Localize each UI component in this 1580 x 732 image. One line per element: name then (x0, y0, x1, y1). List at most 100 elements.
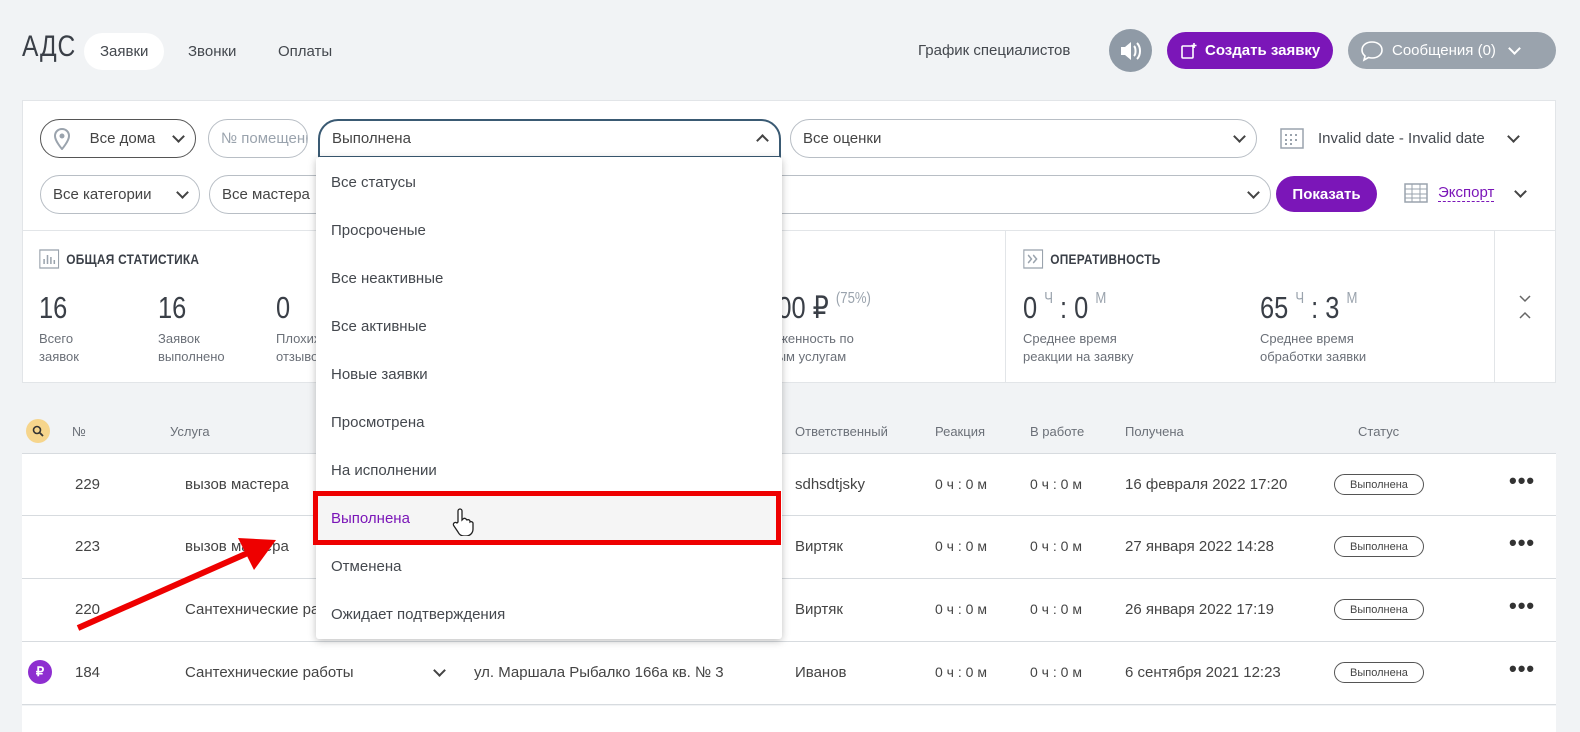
ruble-payment-icon: ₽ (28, 660, 52, 684)
row-in-work: 0 ч : 0 м (1030, 476, 1082, 492)
col-header-num[interactable]: № (72, 424, 86, 439)
status-option-cancelled[interactable]: Отменена (331, 558, 401, 575)
chevron-down-icon (1514, 184, 1528, 198)
status-badge: Выполнена (1334, 599, 1424, 620)
row-received: 6 сентября 2021 12:23 (1125, 664, 1281, 681)
date-range-value: Invalid date - Invalid date (1318, 129, 1485, 147)
status-option-awaiting[interactable]: Ожидает подтверждения (331, 606, 505, 623)
row-address: ул. Маршала Рыбалко 166а кв. № 3 (474, 664, 724, 681)
row-responsible: sdhsdtjsky (795, 476, 866, 493)
row-responsible: Виртяк (795, 601, 843, 618)
table-icon (1404, 183, 1428, 203)
sound-button[interactable] (1109, 29, 1152, 72)
table-row[interactable]: ₽ 184 Сантехнические работы ул. Маршала … (22, 642, 1556, 705)
search-toggle-button[interactable] (26, 419, 50, 443)
chevron-down-icon (176, 186, 189, 199)
col-header-status[interactable]: Статус (1358, 424, 1399, 439)
chevron-down-icon (172, 130, 185, 143)
status-option-overdue[interactable]: Просроченые (331, 222, 426, 239)
col-header-received[interactable]: Получена (1125, 424, 1184, 439)
row-reaction: 0 ч : 0 м (935, 601, 987, 617)
export-button[interactable]: Экспорт (1404, 183, 1528, 203)
row-reaction: 0 ч : 0 м (935, 538, 987, 554)
row-reaction: 0 ч : 0 м (935, 476, 987, 492)
status-option-active[interactable]: Все активные (331, 318, 427, 335)
row-in-work: 0 ч : 0 м (1030, 538, 1082, 554)
fast-forward-icon (1023, 249, 1044, 269)
tab-payments[interactable]: Оплаты (262, 33, 348, 70)
processing-time-value: 65 Ч : 3 М (1260, 290, 1358, 325)
bar-chart-icon (39, 249, 60, 269)
collapse-icon (1519, 295, 1531, 319)
chevron-down-icon (1233, 130, 1246, 143)
row-service: вызов мастера (185, 476, 289, 493)
status-badge: Выполнена (1334, 536, 1424, 557)
messages-label: Сообщения (0) (1392, 42, 1496, 59)
total-requests-label: Всего заявок (39, 331, 79, 364)
more-options-icon[interactable]: ••• (1509, 656, 1535, 682)
date-range-picker[interactable]: Invalid date - Invalid date (1280, 127, 1520, 149)
col-header-in-work[interactable]: В работе (1030, 424, 1084, 439)
create-request-button[interactable]: Создать заявку (1167, 32, 1333, 69)
houses-select[interactable]: Все дома (40, 119, 196, 158)
row-responsible: Иванов (795, 664, 847, 681)
row-responsible: Виртяк (795, 538, 843, 555)
status-option-inactive[interactable]: Все неактивные (331, 270, 443, 287)
col-header-reaction[interactable]: Реакция (935, 424, 985, 439)
done-requests-value: 16 (158, 290, 187, 325)
chevron-up-icon (756, 134, 769, 147)
operativeness-title: ОПЕРАТИВНОСТЬ (1023, 249, 1161, 269)
status-select[interactable]: Выполнена (318, 119, 781, 158)
show-button[interactable]: Показать (1276, 176, 1377, 212)
tab-calls[interactable]: Звонки (172, 33, 252, 70)
schedule-link[interactable]: График специалистов (918, 42, 1070, 59)
row-num: 184 (75, 664, 101, 681)
status-option-new[interactable]: Новые заявки (331, 366, 428, 383)
reaction-time-label: Среднее время реакции на заявку (1023, 331, 1134, 364)
tab-requests[interactable]: Заявки (84, 33, 165, 70)
chevron-down-icon (1247, 186, 1260, 199)
row-in-work: 0 ч : 0 м (1030, 601, 1082, 617)
chevron-down-icon (1508, 42, 1521, 55)
export-label: Экспорт (1438, 184, 1495, 202)
more-options-icon[interactable]: ••• (1509, 530, 1535, 556)
bad-reviews-value: 0 (276, 290, 291, 325)
chevron-down-icon (1506, 129, 1520, 143)
calendar-icon (1280, 128, 1304, 149)
row-in-work: 0 ч : 0 м (1030, 664, 1082, 680)
hand-cursor-icon (452, 508, 474, 536)
status-select-value: Выполнена (332, 130, 411, 147)
row-received: 26 января 2022 17:19 (1125, 601, 1274, 618)
collapse-stats-button[interactable] (1518, 294, 1532, 325)
more-options-icon[interactable]: ••• (1509, 468, 1535, 494)
divider (1005, 230, 1006, 383)
col-header-service[interactable]: Услуга (170, 424, 210, 439)
add-document-icon (1181, 42, 1197, 59)
chevron-down-icon[interactable] (433, 664, 446, 677)
status-option-in-progress[interactable]: На исполнении (331, 462, 437, 479)
masters-select-value: Все мастера (222, 186, 310, 203)
row-reaction: 0 ч : 0 м (935, 664, 987, 680)
location-pin-icon (53, 127, 71, 150)
annotation-highlight-box (313, 491, 781, 545)
ratings-select[interactable]: Все оценки (790, 119, 1257, 158)
divider (1494, 230, 1495, 383)
app-logo: АДС (22, 30, 77, 63)
categories-select[interactable]: Все категории (40, 175, 200, 214)
table-row[interactable]: 229 вызов мастера sdhsdtjsky 0 ч : 0 м 0… (22, 453, 1556, 516)
status-option-all[interactable]: Все статусы (331, 174, 416, 191)
total-requests-value: 16 (39, 290, 68, 325)
reaction-time-value: 0 Ч : 0 М (1023, 290, 1107, 325)
create-request-label: Создать заявку (1205, 42, 1321, 59)
search-icon (32, 425, 44, 437)
row-service: Сантехнические работы (185, 664, 354, 681)
processing-time-label: Среднее время обработки заявки (1260, 331, 1367, 364)
col-header-responsible[interactable]: Ответственный (795, 424, 888, 439)
room-number-input[interactable]: № помещения (208, 119, 308, 158)
more-options-icon[interactable]: ••• (1509, 593, 1535, 619)
room-number-placeholder: № помещения (221, 130, 307, 147)
done-requests-label: Заявок выполнено (158, 331, 225, 364)
messages-button[interactable]: Сообщения (0) (1348, 32, 1556, 69)
speaker-icon (1120, 41, 1141, 60)
status-option-viewed[interactable]: Просмотрена (331, 414, 424, 431)
